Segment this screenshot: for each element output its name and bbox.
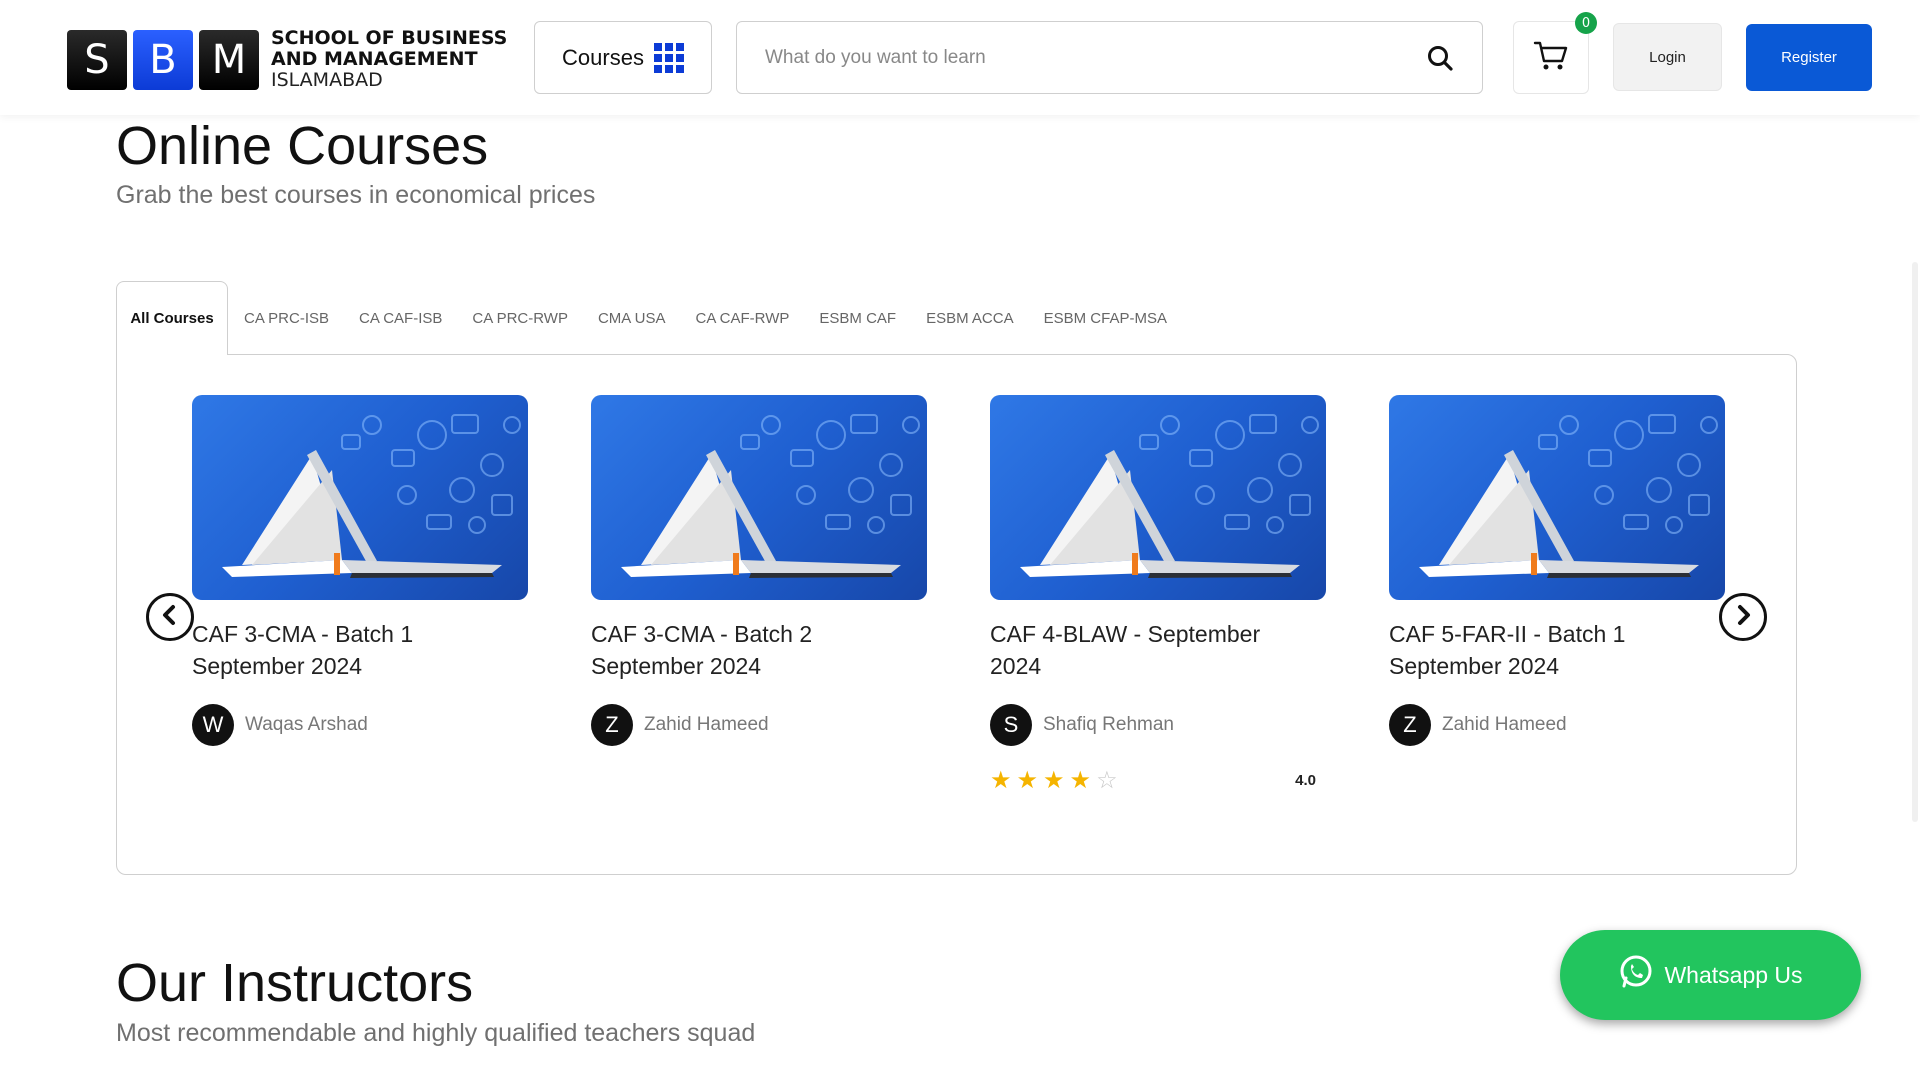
online-courses-subtitle: Grab the best courses in economical pric… bbox=[116, 181, 596, 209]
avatar: W bbox=[192, 704, 234, 746]
cart-icon bbox=[1533, 39, 1569, 77]
course-instructor: W Waqas Arshad bbox=[192, 704, 528, 746]
course-instructor: Z Zahid Hameed bbox=[1389, 704, 1725, 746]
course-title-line-1: CAF 3-CMA - Batch 1 bbox=[192, 621, 414, 647]
avatar: Z bbox=[1389, 704, 1431, 746]
book-laptop-illustration bbox=[1419, 414, 1718, 578]
star-rating: ★ ★ ★ ★ ☆ bbox=[990, 768, 1123, 792]
course-title-line-2: September 2024 bbox=[1389, 653, 1560, 679]
grid-icon bbox=[653, 42, 684, 73]
star-filled-icon: ★ bbox=[990, 766, 1012, 794]
course-thumbnail[interactable] bbox=[591, 395, 927, 600]
tab-ca-caf-rwp[interactable]: CA CAF-RWP bbox=[695, 310, 789, 327]
star-empty-icon: ☆ bbox=[1096, 766, 1118, 794]
course-title-line-2: 2024 bbox=[990, 653, 1042, 679]
course-card[interactable]: CAF 5-FAR-II - Batch 1 September 2024 Z … bbox=[1389, 395, 1725, 746]
whatsapp-icon bbox=[1618, 954, 1654, 996]
cart-button[interactable] bbox=[1513, 21, 1589, 94]
chevron-right-icon bbox=[1733, 604, 1753, 630]
logo-line-1: SCHOOL OF BUSINESS bbox=[271, 27, 508, 49]
whatsapp-button[interactable]: Whatsapp Us bbox=[1560, 930, 1861, 1020]
star-filled-icon: ★ bbox=[1043, 766, 1065, 794]
course-rating: ★ ★ ★ ★ ☆ 4.0 bbox=[990, 768, 1326, 792]
tab-ca-prc-isb[interactable]: CA PRC-ISB bbox=[244, 310, 329, 327]
site-logo[interactable]: S B M SCHOOL OF BUSINESS AND MANAGEMENT … bbox=[67, 28, 507, 91]
course-title-line-1: CAF 3-CMA - Batch 2 bbox=[591, 621, 813, 647]
register-button[interactable]: Register bbox=[1746, 24, 1872, 91]
course-title-line-1: CAF 5-FAR-II - Batch 1 bbox=[1389, 621, 1626, 647]
courses-menu-button[interactable]: Courses bbox=[534, 21, 712, 94]
logo-letter-b: B bbox=[133, 29, 193, 90]
course-title[interactable]: CAF 5-FAR-II - Batch 1 September 2024 bbox=[1389, 618, 1725, 682]
book-laptop-illustration bbox=[1020, 414, 1319, 578]
course-title[interactable]: CAF 3-CMA - Batch 2 September 2024 bbox=[591, 618, 927, 682]
avatar: S bbox=[990, 704, 1032, 746]
course-thumbnail[interactable] bbox=[192, 395, 528, 600]
course-thumbnail[interactable] bbox=[990, 395, 1326, 600]
tab-esbm-acca[interactable]: ESBM ACCA bbox=[926, 310, 1014, 327]
login-button[interactable]: Login bbox=[1613, 23, 1722, 91]
tab-cma-usa[interactable]: CMA USA bbox=[598, 310, 666, 327]
star-filled-icon: ★ bbox=[1069, 766, 1092, 794]
course-card[interactable]: CAF 3-CMA - Batch 2 September 2024 Z Zah… bbox=[591, 395, 927, 746]
courses-label: Courses bbox=[562, 44, 644, 70]
course-instructor: Z Zahid Hameed bbox=[591, 704, 927, 746]
course-card[interactable]: CAF 3-CMA - Batch 1 September 2024 W Waq… bbox=[192, 395, 528, 746]
course-card[interactable]: CAF 4-BLAW - September 2024 S Shafiq Reh… bbox=[990, 395, 1326, 792]
course-title[interactable]: CAF 3-CMA - Batch 1 September 2024 bbox=[192, 618, 528, 682]
instructor-name: Waqas Arshad bbox=[245, 714, 368, 735]
logo-text: SCHOOL OF BUSINESS AND MANAGEMENT ISLAMA… bbox=[271, 28, 507, 91]
tab-ca-caf-isb[interactable]: CA CAF-ISB bbox=[359, 310, 442, 327]
logo-line-2: AND MANAGEMENT bbox=[271, 48, 478, 70]
logo-letter-s: S bbox=[67, 29, 127, 90]
course-title-line-2: September 2024 bbox=[192, 653, 363, 679]
site-header: S B M SCHOOL OF BUSINESS AND MANAGEMENT … bbox=[0, 0, 1920, 115]
instructors-subtitle: Most recommendable and highly qualified … bbox=[116, 1019, 756, 1047]
tab-ca-prc-rwp[interactable]: CA PRC-RWP bbox=[472, 310, 568, 327]
instructor-name: Zahid Hameed bbox=[644, 714, 769, 735]
online-courses-title: Online Courses bbox=[116, 116, 489, 176]
course-title[interactable]: CAF 4-BLAW - September 2024 bbox=[990, 618, 1326, 682]
page-scrollbar[interactable] bbox=[1912, 262, 1918, 822]
instructors-title: Our Instructors bbox=[116, 953, 474, 1013]
cart-count-badge: 0 bbox=[1575, 12, 1597, 34]
whatsapp-label: Whatsapp Us bbox=[1664, 961, 1803, 988]
avatar: Z bbox=[591, 704, 633, 746]
tab-esbm-cfap-msa[interactable]: ESBM CFAP-MSA bbox=[1044, 310, 1167, 327]
course-instructor: S Shafiq Rehman bbox=[990, 704, 1326, 746]
rating-value: 4.0 bbox=[1295, 771, 1316, 789]
book-laptop-illustration bbox=[222, 414, 521, 578]
book-laptop-illustration bbox=[621, 414, 920, 578]
course-title-line-1: CAF 4-BLAW - September bbox=[990, 621, 1261, 647]
carousel-next-button[interactable] bbox=[1719, 593, 1767, 641]
course-category-tabs: All Courses CA PRC-ISB CA CAF-ISB CA PRC… bbox=[116, 281, 1197, 355]
search-bar bbox=[736, 21, 1483, 94]
search-input[interactable] bbox=[765, 46, 1426, 69]
instructor-name: Zahid Hameed bbox=[1442, 714, 1567, 735]
tab-esbm-caf[interactable]: ESBM CAF bbox=[819, 310, 896, 327]
instructor-name: Shafiq Rehman bbox=[1043, 714, 1174, 735]
search-icon[interactable] bbox=[1426, 44, 1454, 72]
course-title-line-2: September 2024 bbox=[591, 653, 762, 679]
logo-letter-m: M bbox=[199, 29, 259, 90]
chevron-left-icon bbox=[160, 604, 180, 630]
star-filled-icon: ★ bbox=[1016, 766, 1039, 794]
carousel-prev-button[interactable] bbox=[146, 593, 194, 641]
tab-all-courses[interactable]: All Courses bbox=[116, 281, 228, 355]
logo-line-3: ISLAMABAD bbox=[271, 69, 383, 91]
course-thumbnail[interactable] bbox=[1389, 395, 1725, 600]
